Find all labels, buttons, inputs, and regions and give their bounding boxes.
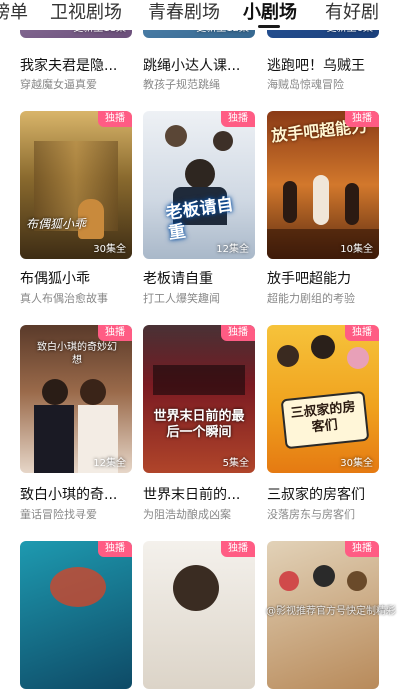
exclusive-badge: 独播: [345, 325, 379, 341]
episode-count: 10集全: [340, 244, 373, 255]
drama-title: 老板请自重: [143, 271, 213, 287]
drama-card[interactable]: 老板请自重 独播 12集全 老板请自重 打工人爆笑趣闻: [143, 111, 257, 311]
poster-title-art: 致白小琪的奇妙幻想: [37, 342, 117, 366]
poster-title-art: 世界末日前的最后一个瞬间: [153, 409, 245, 440]
character-head: [279, 571, 299, 591]
drama-description: 打工人爆笑趣闻: [143, 292, 220, 305]
episode-count: 30集全: [93, 244, 126, 255]
character-head: [277, 345, 299, 367]
tab-satellite-theater[interactable]: 卫视剧场: [50, 0, 122, 30]
character-head: [42, 379, 68, 405]
drama-description: 超能力剧组的考验: [267, 292, 355, 305]
character-figure: [283, 181, 297, 223]
drama-description: 真人布偶治愈故事: [20, 292, 108, 305]
character-head: [173, 565, 219, 611]
tab-good-dramas[interactable]: 有好剧: [325, 0, 379, 30]
drama-poster: 独播: [143, 541, 255, 689]
character-head: [311, 335, 335, 359]
drama-description: 没落房东与房客们: [267, 508, 355, 521]
poster-title-art: 布偶狐小乖: [26, 217, 87, 231]
watermark: @影视推荐官方号快定制精彩: [266, 606, 396, 617]
creature-artwork: [50, 567, 106, 607]
character-head: [165, 125, 187, 147]
character-head: [80, 379, 106, 405]
character-figure: [313, 175, 329, 225]
drama-title: 逃跑吧！乌贼王: [267, 58, 365, 74]
crowd-silhouette: [153, 365, 245, 395]
drama-poster: 世界末日前的最后一个瞬间 独播 5集全: [143, 325, 255, 473]
exclusive-badge: 独播: [221, 111, 255, 127]
drama-title: 世界末日前的...: [143, 487, 241, 503]
episode-count: 5集全: [222, 458, 249, 469]
drama-title: 跳绳小达人课...: [143, 58, 241, 74]
drama-title: 三叔家的房客们: [267, 487, 365, 503]
drama-card[interactable]: 放手吧超能力 独播 10集全 放手吧超能力 超能力剧组的考验: [267, 111, 381, 311]
drama-description: 为阻浩劫酿成凶案: [143, 508, 231, 521]
drama-description: 穿越魔女逼真爱: [20, 78, 97, 91]
drama-title: 我家夫君是隐...: [20, 58, 118, 74]
drama-poster: 三叔家的房客们 独播 30集全: [267, 325, 379, 473]
character-head: [347, 571, 367, 591]
episode-count: 12集全: [216, 244, 249, 255]
exclusive-badge: 独播: [98, 541, 132, 557]
drama-title: 放手吧超能力: [267, 271, 351, 287]
character-head: [185, 159, 215, 189]
active-tab-indicator: [258, 25, 280, 28]
drama-title: 布偶狐小乖: [20, 271, 90, 287]
exclusive-badge: 独播: [98, 325, 132, 341]
drama-card[interactable]: 世界末日前的最后一个瞬间 独播 5集全 世界末日前的... 为阻浩劫酿成凶案: [143, 325, 257, 530]
drama-poster: 致白小琪的奇妙幻想 独播 12集全: [20, 325, 132, 473]
drama-poster: 独播: [20, 541, 132, 689]
channel-tab-bar: 榜单 卫视剧场 青春剧场 小剧场 有好剧: [0, 0, 400, 30]
exclusive-badge: 独播: [345, 111, 379, 127]
character-head: [213, 131, 233, 151]
drama-card[interactable]: 三叔家的房客们 独播 30集全 三叔家的房客们 没落房东与房客们: [267, 325, 381, 530]
tab-rankings[interactable]: 榜单: [0, 0, 28, 30]
episode-count: 30集全: [340, 458, 373, 469]
drama-card[interactable]: 布偶狐小乖 独播 30集全 布偶狐小乖 真人布偶治愈故事: [20, 111, 134, 311]
drama-description: 海贼岛惊魂冒险: [267, 78, 344, 91]
drama-description: 童话冒险找寻爱: [20, 508, 97, 521]
drama-poster: 布偶狐小乖 独播 30集全: [20, 111, 132, 259]
poster-title-art: 老板请自重: [164, 194, 235, 244]
drama-card[interactable]: 独播: [143, 541, 257, 689]
character-head: [313, 565, 335, 587]
drama-poster: 老板请自重 独播 12集全: [143, 111, 255, 259]
drama-poster: 放手吧超能力 独播 10集全: [267, 111, 379, 259]
character-body: [34, 405, 74, 473]
exclusive-badge: 独播: [345, 541, 379, 557]
exclusive-badge: 独播: [221, 541, 255, 557]
drama-title: 致白小琪的奇...: [20, 487, 118, 503]
drama-card[interactable]: 独播: [20, 541, 134, 689]
exclusive-badge: 独播: [221, 325, 255, 341]
character-head: [347, 347, 369, 369]
tab-youth-theater[interactable]: 青春剧场: [148, 0, 220, 30]
drama-card[interactable]: 致白小琪的奇妙幻想 独播 12集全 致白小琪的奇... 童话冒险找寻爱: [20, 325, 134, 530]
episode-count: 12集全: [93, 458, 126, 469]
drama-description: 教孩子规范跳绳: [143, 78, 220, 91]
character-figure: [345, 183, 359, 225]
exclusive-badge: 独播: [98, 111, 132, 127]
